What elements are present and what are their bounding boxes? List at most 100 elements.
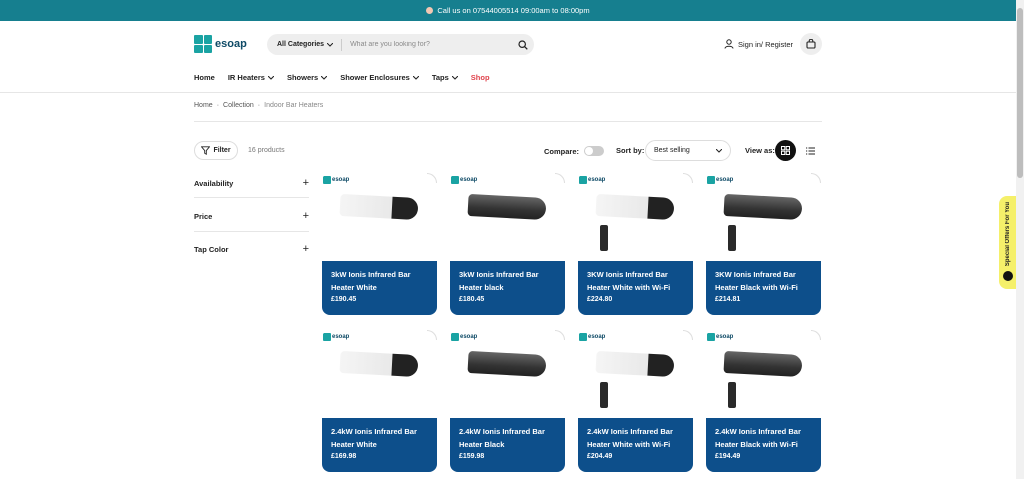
chevron-down-icon bbox=[321, 75, 328, 80]
heater-image bbox=[723, 193, 803, 221]
product-title[interactable]: 3KW Ionis Infrared Bar Heater Black with… bbox=[715, 268, 812, 294]
nav-item-label: Taps bbox=[431, 73, 449, 82]
product-card[interactable]: esoap 2.4kW Ionis Infrared Bar Heater Bl… bbox=[450, 330, 565, 472]
facet-price[interactable]: Price + bbox=[194, 210, 309, 222]
compare-control: Compare: bbox=[544, 146, 605, 156]
chevron-down-icon bbox=[412, 75, 419, 80]
heater-image bbox=[339, 350, 419, 378]
facet-availability[interactable]: Availability + bbox=[194, 177, 309, 189]
plus-icon: + bbox=[302, 210, 309, 222]
product-card[interactable]: esoap 3kW Ionis Infrared Bar Heater Whit… bbox=[322, 173, 437, 315]
product-card[interactable]: esoap 3kW Ionis Infrared Bar Heater blac… bbox=[450, 173, 565, 315]
search-icon[interactable] bbox=[512, 39, 534, 50]
quick-view-corner[interactable] bbox=[811, 330, 821, 340]
quick-view-corner[interactable] bbox=[427, 330, 437, 340]
nav-item-ir-heaters[interactable]: IR Heaters bbox=[228, 73, 274, 82]
product-price: £159.98 bbox=[459, 453, 485, 460]
product-title[interactable]: 3kW Ionis Infrared Bar Heater black bbox=[459, 268, 556, 294]
product-image[interactable]: esoap bbox=[706, 173, 821, 261]
nav-item-shop[interactable]: Shop bbox=[471, 73, 490, 82]
announcement-text: Call us on 07544005514 09:00am to 08:00p… bbox=[437, 6, 590, 15]
quick-view-corner[interactable] bbox=[811, 173, 821, 183]
nav-item-home[interactable]: Home bbox=[194, 73, 215, 82]
product-card[interactable]: esoap 3KW Ionis Infrared Bar Heater Whit… bbox=[578, 173, 693, 315]
nav-item-showers[interactable]: Showers bbox=[287, 73, 328, 82]
quick-view-corner[interactable] bbox=[555, 173, 565, 183]
search-input[interactable] bbox=[342, 41, 512, 48]
quick-view-corner[interactable] bbox=[427, 173, 437, 183]
remote-image bbox=[728, 225, 736, 251]
product-price: £169.98 bbox=[331, 453, 357, 460]
product-card[interactable]: esoap 2.4kW Ionis Infrared Bar Heater Wh… bbox=[322, 330, 437, 472]
product-price: £214.81 bbox=[715, 296, 741, 303]
logo[interactable]: esoap bbox=[194, 35, 247, 53]
quick-view-corner[interactable] bbox=[683, 173, 693, 183]
heater-image bbox=[467, 193, 547, 221]
header-divider bbox=[0, 92, 1016, 93]
product-info: 3KW Ionis Infrared Bar Heater White with… bbox=[578, 261, 693, 315]
grid-view-button[interactable] bbox=[775, 140, 796, 161]
product-image[interactable]: esoap bbox=[706, 330, 821, 418]
product-title[interactable]: 3kW Ionis Infrared Bar Heater White bbox=[331, 268, 428, 294]
brand-badge: esoap bbox=[579, 176, 605, 184]
facet-tap-color[interactable]: Tap Color + bbox=[194, 243, 309, 255]
main-nav: Home IR Heaters Showers Shower Enclosures Ta… bbox=[194, 73, 503, 82]
brand-badge: esoap bbox=[323, 333, 349, 341]
sort-select[interactable]: Best selling bbox=[645, 140, 731, 161]
compare-toggle[interactable] bbox=[584, 146, 605, 156]
quick-view-corner[interactable] bbox=[683, 330, 693, 340]
brand-badge: esoap bbox=[451, 333, 477, 341]
product-image[interactable]: esoap bbox=[578, 330, 693, 418]
category-select[interactable]: All Categories bbox=[267, 38, 343, 51]
sign-in-link[interactable]: Sign in/ Register bbox=[724, 39, 793, 49]
brand-badge: esoap bbox=[707, 333, 733, 341]
breadcrumb: Home · Collection · Indoor Bar Heaters bbox=[194, 102, 323, 109]
product-image[interactable]: esoap bbox=[450, 330, 565, 418]
facet-divider bbox=[194, 197, 309, 198]
plus-icon: + bbox=[302, 177, 309, 189]
logo-mark-icon bbox=[451, 333, 459, 341]
special-offers-tab[interactable]: Special Offers For You bbox=[999, 196, 1016, 289]
product-title[interactable]: 2.4kW Ionis Infrared Bar Heater Black wi… bbox=[715, 425, 812, 451]
product-image[interactable]: esoap bbox=[322, 330, 437, 418]
product-image[interactable]: esoap bbox=[578, 173, 693, 261]
brand-badge-text: esoap bbox=[716, 177, 734, 183]
product-title[interactable]: 2.4kW Ionis Infrared Bar Heater White bbox=[331, 425, 428, 451]
breadcrumb-collection[interactable]: Collection bbox=[223, 102, 254, 109]
cart-button[interactable] bbox=[800, 33, 822, 55]
scrollbar-thumb[interactable] bbox=[1017, 8, 1023, 178]
product-card[interactable]: esoap 2.4kW Ionis Infrared Bar Heater Wh… bbox=[578, 330, 693, 472]
brand-badge-text: esoap bbox=[460, 334, 478, 340]
page-scrollbar[interactable] bbox=[1016, 0, 1024, 479]
heater-image bbox=[339, 193, 419, 221]
product-title[interactable]: 2.4kW Ionis Infrared Bar Heater White wi… bbox=[587, 425, 684, 451]
quick-view-corner[interactable] bbox=[555, 330, 565, 340]
facet-label: Tap Color bbox=[194, 244, 229, 254]
product-title[interactable]: 2.4kW Ionis Infrared Bar Heater Black bbox=[459, 425, 556, 451]
compare-label: Compare: bbox=[544, 146, 580, 156]
breadcrumb-home[interactable]: Home bbox=[194, 102, 213, 109]
chevron-down-icon bbox=[327, 42, 334, 47]
logo-mark-icon bbox=[451, 176, 459, 184]
product-image[interactable]: esoap bbox=[450, 173, 565, 261]
logo-mark-icon bbox=[707, 176, 715, 184]
brand-badge-text: esoap bbox=[460, 177, 478, 183]
facet-label: Price bbox=[194, 211, 213, 221]
nav-item-shower-enclosures[interactable]: Shower Enclosures bbox=[340, 73, 419, 82]
product-card[interactable]: esoap 2.4kW Ionis Infrared Bar Heater Bl… bbox=[706, 330, 821, 472]
offers-icon bbox=[1002, 271, 1013, 282]
chevron-down-icon bbox=[716, 148, 722, 153]
product-title[interactable]: 3KW Ionis Infrared Bar Heater White with… bbox=[587, 268, 684, 294]
product-image[interactable]: esoap bbox=[322, 173, 437, 261]
nav-item-label: Shop bbox=[470, 73, 490, 82]
brand-badge: esoap bbox=[579, 333, 605, 341]
list-view-button[interactable] bbox=[802, 143, 818, 159]
product-card[interactable]: esoap 3KW Ionis Infrared Bar Heater Blac… bbox=[706, 173, 821, 315]
product-info: 2.4kW Ionis Infrared Bar Heater Black £1… bbox=[450, 418, 565, 472]
nav-item-taps[interactable]: Taps bbox=[432, 73, 458, 82]
chevron-down-icon bbox=[267, 75, 274, 80]
remote-image bbox=[728, 382, 736, 408]
filter-button[interactable]: Filter bbox=[194, 141, 238, 160]
logo-mark-icon bbox=[323, 333, 331, 341]
announcement-bar: Call us on 07544005514 09:00am to 08:00p… bbox=[0, 0, 1016, 21]
